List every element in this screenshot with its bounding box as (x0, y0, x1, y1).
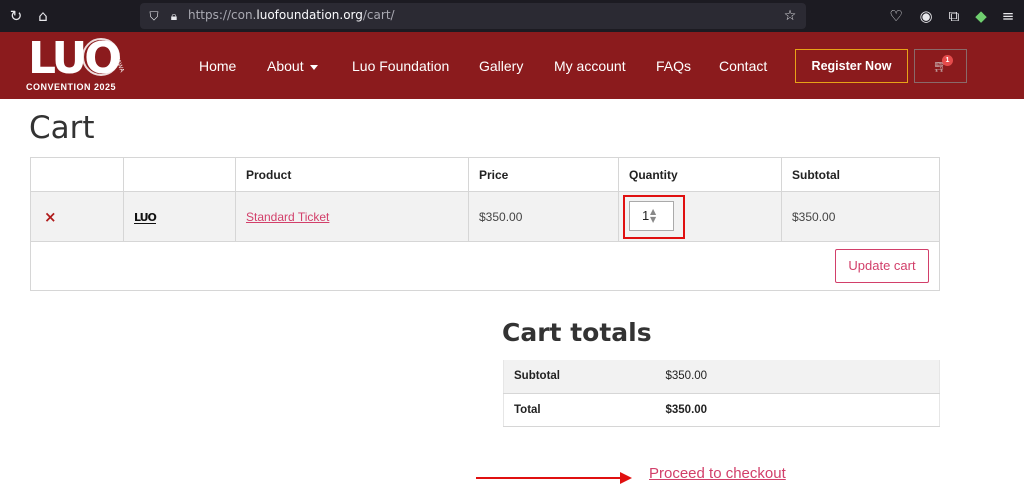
product-thumbnail[interactable]: LUO (134, 212, 157, 224)
nav-contact[interactable]: Contact (719, 58, 767, 74)
col-subtotal: Subtotal (781, 157, 940, 192)
logo-subtitle: CONVENTION 2025 (26, 82, 117, 92)
totals-total-row: Total $350.00 (503, 393, 940, 427)
col-quantity: Quantity (618, 157, 782, 192)
cart-actions-row (30, 241, 940, 291)
nav-home[interactable]: Home (199, 58, 236, 74)
cart-totals-table: Subtotal $350.00 Total $350.00 (503, 360, 940, 427)
nav-gallery[interactable]: Gallery (479, 58, 523, 74)
nav-luo-foundation[interactable]: Luo Foundation (352, 58, 449, 74)
nav-about[interactable]: About (267, 58, 318, 74)
extensions-icon[interactable]: ⧉ (942, 4, 966, 28)
quantity-stepper[interactable]: 1 ▲ ▼ (629, 201, 674, 231)
pocket-icon[interactable]: ♡ (884, 4, 908, 28)
col-product: Product (235, 157, 469, 192)
logo[interactable]: LUO OTTAWA CONVENTION 2025 (24, 34, 124, 96)
annotation-arrow-head-icon (620, 472, 632, 484)
nav-my-account[interactable]: My account (554, 58, 626, 74)
totals-total-label: Total (503, 393, 656, 427)
register-now-button[interactable]: Register Now (795, 49, 908, 83)
reload-icon[interactable]: ↻ (4, 4, 28, 28)
col-price: Price (468, 157, 619, 192)
update-cart-button[interactable]: Update cart (835, 249, 929, 283)
page-title: Cart (29, 110, 95, 146)
product-price: $350.00 (479, 209, 523, 224)
nav-about-label: About (267, 58, 304, 74)
extension-icon[interactable]: ◆ (969, 4, 993, 28)
menu-icon[interactable]: ≡ (996, 4, 1020, 28)
totals-subtotal-row: Subtotal $350.00 (503, 360, 940, 394)
totals-total-value: $350.00 (655, 393, 940, 427)
product-link[interactable]: Standard Ticket (246, 210, 329, 224)
proceed-to-checkout-link[interactable]: Proceed to checkout (649, 465, 786, 482)
annotation-arrow-line (476, 477, 622, 479)
cart-totals-title: Cart totals (502, 318, 652, 347)
item-subtotal: $350.00 (792, 209, 836, 224)
totals-subtotal-label: Subtotal (503, 360, 656, 394)
spinner-arrows-icon[interactable]: ▲ ▼ (650, 208, 656, 224)
address-bar[interactable]: ⛉ 🔒︎ https://con.luofoundation.org/cart/… (140, 3, 806, 29)
header-cart-button[interactable]: 🛒︎ 1 (914, 49, 967, 83)
cart-table: Product Price Quantity Subtotal × LUO St… (30, 157, 940, 291)
totals-subtotal-value: $350.00 (655, 360, 940, 394)
cart-item-row: × LUO Standard Ticket $350.00 $350.00 (30, 191, 940, 242)
col-thumbnail (123, 157, 236, 192)
remove-item-icon[interactable]: × (44, 208, 57, 226)
quantity-value: 1 (642, 208, 650, 223)
star-icon[interactable]: ☆ (778, 4, 802, 28)
nav-faqs[interactable]: FAQs (656, 58, 691, 74)
home-icon[interactable]: ⌂ (31, 4, 55, 28)
lock-icon: 🔒︎ (170, 9, 178, 23)
chevron-down-icon (309, 64, 318, 70)
url-text[interactable]: https://con.luofoundation.org/cart/ (188, 8, 395, 22)
cart-table-header: Product Price Quantity Subtotal (30, 157, 940, 192)
browser-toolbar: ↻ ⌂ ⛉ 🔒︎ https://con.luofoundation.org/c… (0, 0, 1024, 32)
account-icon[interactable]: ◉ (914, 4, 938, 28)
col-remove (30, 157, 124, 192)
cart-count-badge: 1 (942, 55, 953, 66)
